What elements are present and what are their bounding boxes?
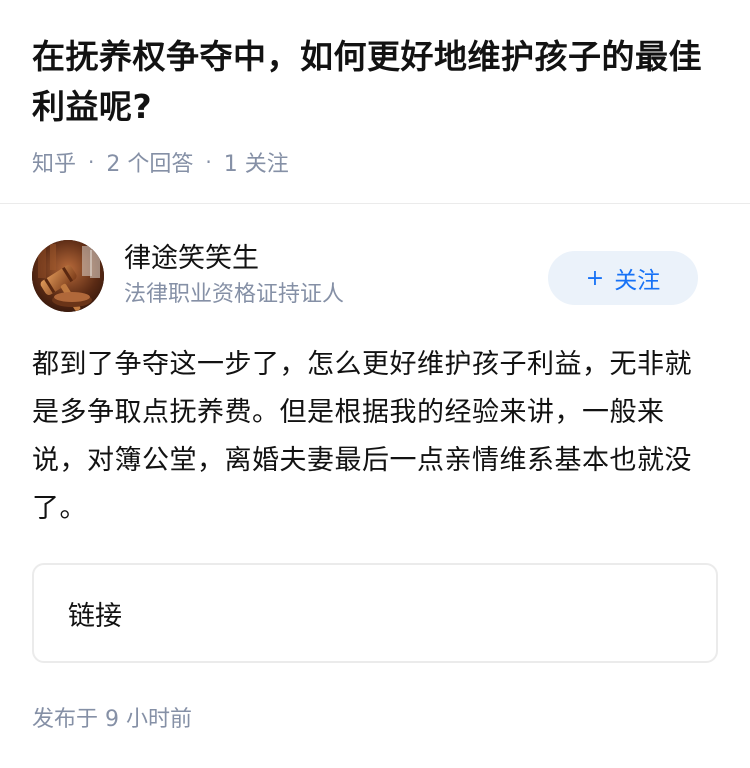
publish-time: 发布于 9 小时前	[32, 707, 192, 732]
link-card-label: 链接	[68, 600, 122, 632]
source-label[interactable]: 知乎	[32, 146, 76, 178]
avatar[interactable]	[32, 240, 104, 312]
question-header: 在抚养权争夺中，如何更好地维护孩子的最佳利益呢? 知乎 · 2 个回答 · 1 …	[0, 0, 750, 178]
answer-content[interactable]: 都到了争夺这一步了，怎么更好维护孩子利益，无非就是多争取点抚养费。但是根据我的经…	[32, 341, 718, 533]
meta-separator: ·	[88, 150, 95, 174]
gavel-avatar-icon	[32, 240, 104, 312]
answers-count[interactable]: 2 个回答	[106, 146, 193, 178]
follow-button[interactable]: + 关注	[548, 251, 698, 305]
question-meta: 知乎 · 2 个回答 · 1 关注	[32, 146, 718, 178]
author-headline: 法律职业资格证持证人	[124, 282, 345, 307]
header-divider	[0, 203, 750, 204]
author-name[interactable]: 律途笑笑生	[124, 241, 344, 277]
meta-separator: ·	[205, 150, 212, 174]
author-info: 律途笑笑生 法律职业资格证持证人	[124, 241, 344, 311]
followers-count[interactable]: 1 关注	[224, 146, 289, 178]
answer-item: 律途笑笑生 法律职业资格证持证人 + 关注 都到了争夺这一步了，怎么更好维护孩子…	[0, 239, 750, 733]
link-card[interactable]: 链接	[32, 563, 718, 663]
author-row: 律途笑笑生 法律职业资格证持证人 + 关注	[32, 239, 718, 313]
follow-button-label: 关注	[614, 268, 661, 294]
question-title[interactable]: 在抚养权争夺中，如何更好地维护孩子的最佳利益呢?	[32, 32, 718, 132]
plus-icon: +	[585, 265, 605, 291]
